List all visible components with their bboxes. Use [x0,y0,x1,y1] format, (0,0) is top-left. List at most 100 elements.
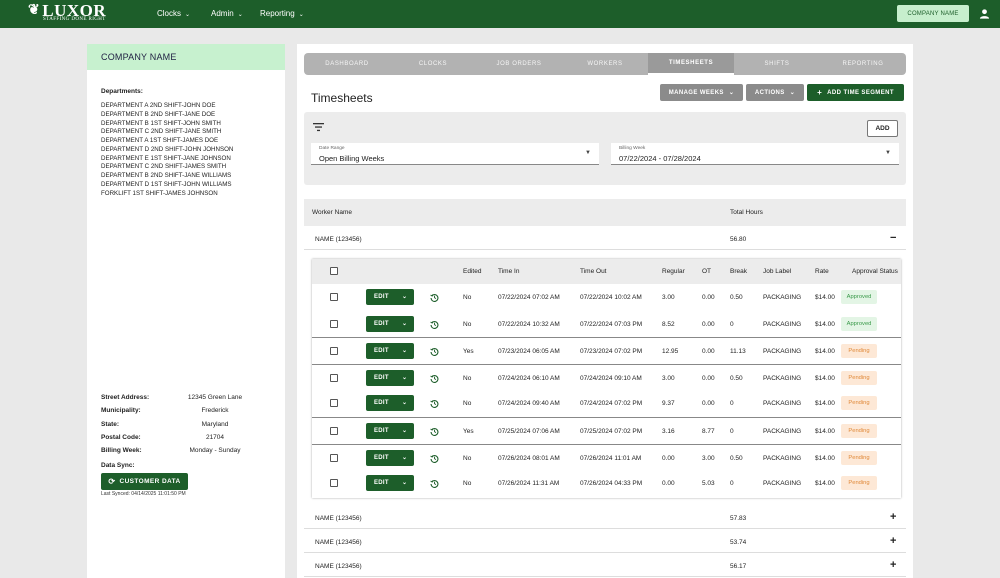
time-out-cell: 07/23/2024 07:02 PM [580,348,643,356]
worker-row[interactable]: NAME (123456) 57.83 + [304,505,906,529]
row-checkbox[interactable] [330,319,338,328]
worker-row[interactable]: NAME (123456) 56.80 − [304,226,906,250]
row-checkbox[interactable] [330,347,338,356]
rate-cell: $14.00 [815,480,835,488]
timesheet-row: EDIT ⌄ No 07/22/2024 10:32 AM 07/22/2024 … [312,311,901,338]
history-icon[interactable] [430,479,439,489]
department-item: DEPARTMENT B 1ST SHIFT-JOHN SMITH [101,119,221,127]
approval-status-header: Approval Status [852,268,898,275]
time-in-cell: 07/26/2024 11:31 AM [498,480,560,488]
luxor-logo[interactable]: ❦ LUXOR STAFFING DONE RIGHT [28,2,106,22]
worker-row[interactable]: NAME (123456) 53.74 + [304,529,906,553]
edited-cell: No [463,400,472,408]
edited-cell: Yes [463,428,474,435]
worker-name: NAME (123456) [315,515,362,522]
history-icon[interactable] [430,427,439,436]
edit-button[interactable]: EDIT ⌄ [366,315,414,332]
worker-name: NAME (123456) [315,539,362,546]
expand-icon[interactable]: + [890,559,896,571]
tab-workers[interactable]: WORKERS [562,53,648,75]
edit-button[interactable]: EDIT ⌄ [366,369,414,386]
history-icon[interactable] [430,399,439,409]
select-all-checkbox[interactable] [330,267,338,275]
time-out-cell: 07/22/2024 10:02 AM [580,294,642,301]
chevron-down-icon: ⌄ [402,454,408,461]
time-in-cell: 07/23/2024 06:05 AM [498,348,560,356]
customer-data-sync-button[interactable]: ⟳ CUSTOMER DATA [101,473,188,490]
time-out-cell: 07/25/2024 07:02 PM [580,428,643,435]
regular-cell: 0.00 [662,480,675,488]
collapse-icon[interactable]: − [890,232,896,244]
status-badge: Pending [841,396,877,411]
nav-admin[interactable]: Admin ⌄ [211,9,243,18]
tab-shifts[interactable]: SHIFTS [734,53,820,75]
nav-clocks[interactable]: Clocks ⌄ [157,9,190,18]
add-filter-button[interactable]: ADD [867,120,898,137]
edited-cell: No [463,294,472,301]
edit-button[interactable]: EDIT ⌄ [366,423,414,439]
edit-label: EDIT [374,454,389,461]
tab-reporting[interactable]: REPORTING [820,53,906,75]
history-icon[interactable] [430,347,439,357]
user-icon[interactable] [979,8,990,20]
status-badge: Pending [841,370,877,385]
worker-name-header: Worker Name [312,209,352,216]
job-label-cell: PACKAGING [763,454,802,462]
row-checkbox[interactable] [330,373,338,382]
date-range-select[interactable]: Date Range Open Billing Weeks ▼ [311,143,599,165]
chevron-down-icon: ⌄ [298,12,304,18]
edit-label: EDIT [374,428,389,434]
tab-clocks[interactable]: CLOCKS [390,53,476,75]
chevron-down-icon: ⌄ [402,320,408,327]
add-time-segment-button[interactable]: + ADD TIME SEGMENT [807,84,904,101]
actions-label: ACTIONS [754,89,785,96]
history-icon[interactable] [430,293,439,302]
row-checkbox[interactable] [330,453,338,462]
expand-icon[interactable]: + [890,535,896,547]
edit-button[interactable]: EDIT ⌄ [366,343,414,360]
sync-icon: ⟳ [108,477,116,486]
chevron-down-icon: ⌄ [402,480,408,487]
worker-total-hours: 56.80 [730,236,747,243]
edit-button[interactable]: EDIT ⌄ [366,449,414,466]
expand-icon[interactable]: + [890,511,896,523]
row-checkbox[interactable] [330,293,338,301]
tab-job-orders[interactable]: JOB ORDERS [476,53,562,75]
row-checkbox[interactable] [330,479,338,488]
edit-label: EDIT [374,348,389,355]
break-cell: 0 [730,428,734,435]
tab-timesheets[interactable]: TIMESHEETS [648,53,734,75]
row-checkbox[interactable] [330,427,338,435]
worker-total-hours: 53.74 [730,539,747,546]
time-out-cell: 07/22/2024 07:03 PM [580,320,643,328]
break-cell: 0 [730,320,734,328]
edit-button[interactable]: EDIT ⌄ [366,395,414,412]
nav-reporting[interactable]: Reporting ⌄ [260,9,304,18]
tab-dashboard[interactable]: DASHBOARD [304,53,390,75]
history-icon[interactable] [430,454,439,463]
row-checkbox[interactable] [330,399,338,408]
billing-week-select[interactable]: Billing Week 07/22/2024 - 07/28/2024 ▼ [611,143,899,165]
edit-button[interactable]: EDIT ⌄ [366,289,414,305]
worker-row[interactable]: NAME (123456) 56.17 + [304,553,906,577]
edit-label: EDIT [374,294,389,300]
ot-cell: 0.00 [702,320,715,328]
history-icon[interactable] [430,374,439,383]
break-cell: 0 [730,400,734,408]
time-in-cell: 07/22/2024 10:32 AM [498,320,560,328]
manage-weeks-button[interactable]: MANAGE WEEKS ⌄ [660,84,743,101]
ot-cell: 0.00 [702,348,715,356]
filter-icon[interactable] [313,122,324,132]
edit-button[interactable]: EDIT ⌄ [366,475,414,492]
job-label-header: Job Label [763,268,792,275]
company-name-button[interactable]: COMPANY NAME [897,5,969,22]
regular-cell: 0.00 [662,454,675,462]
plus-icon: + [817,88,823,97]
billing-week-select-value: 07/22/2024 - 07/28/2024 [619,154,701,163]
history-icon[interactable] [430,320,439,329]
time-in-cell: 07/24/2024 06:10 AM [498,374,560,382]
regular-cell: 12.95 [662,348,679,356]
status-badge: Pending [841,344,877,359]
department-item: DEPARTMENT C 2ND SHIFT-JAMES SMITH [101,163,227,171]
actions-button[interactable]: ACTIONS ⌄ [746,84,804,101]
